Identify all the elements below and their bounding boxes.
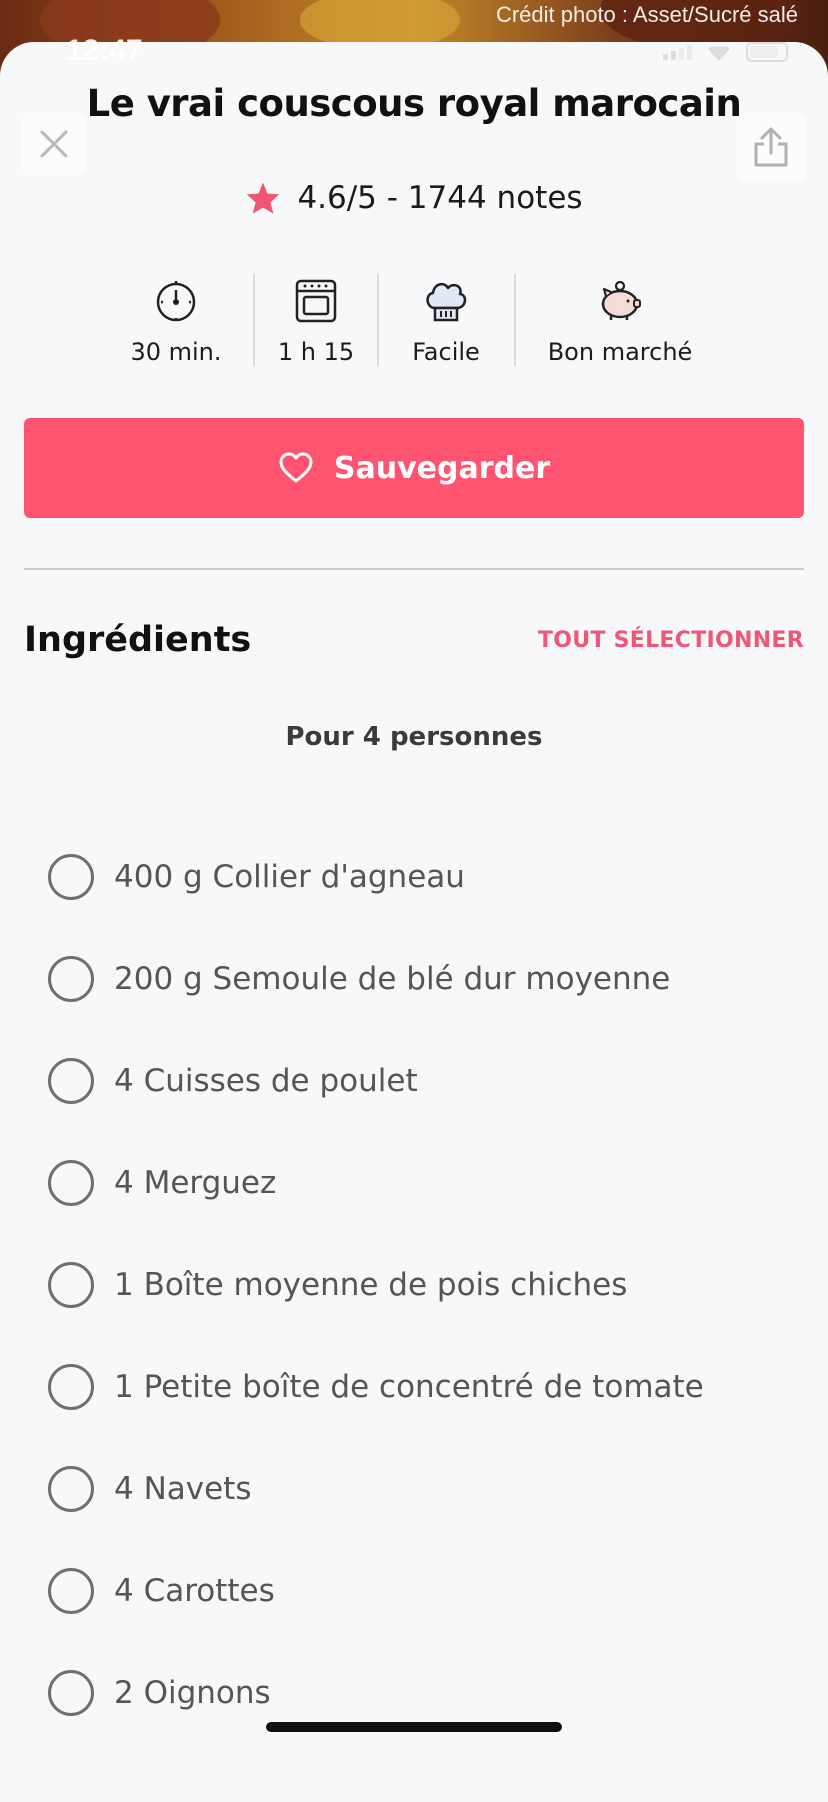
checkbox[interactable] (48, 854, 94, 900)
status-icons (663, 42, 788, 62)
oven-icon (295, 279, 337, 323)
cook-time: 1 h 15 (266, 274, 366, 370)
prep-time: 30 min. (126, 274, 226, 370)
ingredient-item[interactable]: 4 Cuisses de poulet (0, 1030, 828, 1132)
ingredients-title: Ingrédients (24, 620, 252, 660)
rating[interactable]: 4.6/5 - 1744 notes (0, 180, 828, 216)
checkbox[interactable] (48, 1262, 94, 1308)
close-icon (40, 130, 68, 158)
ingredient-item[interactable]: 400 g Collier d'agneau (0, 826, 828, 928)
rating-text: 4.6/5 - 1744 notes (297, 180, 583, 216)
ingredient-item[interactable]: 200 g Semoule de blé dur moyenne (0, 928, 828, 1030)
battery-icon (746, 42, 788, 62)
share-icon (754, 127, 788, 167)
ingredient-list: 400 g Collier d'agneau 200 g Semoule de … (0, 826, 828, 1744)
difficulty: Facile (396, 274, 496, 370)
chef-hat-icon (426, 282, 467, 322)
home-indicator (266, 1722, 562, 1732)
status-time: 12:47 (66, 34, 143, 67)
wifi-icon (706, 46, 732, 61)
select-all-button[interactable]: TOUT SÉLECTIONNER (538, 628, 804, 653)
ingredient-item[interactable]: 4 Merguez (0, 1132, 828, 1234)
ingredient-item[interactable]: 4 Carottes (0, 1540, 828, 1642)
timer-icon (156, 281, 196, 322)
divider (24, 568, 804, 570)
recipe-title: Le vrai couscous royal marocain (86, 82, 742, 125)
ingredient-item[interactable]: 1 Petite boîte de concentré de tomate (0, 1336, 828, 1438)
checkbox[interactable] (48, 1160, 94, 1206)
checkbox[interactable] (48, 1568, 94, 1614)
ingredient-item[interactable]: 4 Navets (0, 1438, 828, 1540)
ingredient-item[interactable]: 1 Boîte moyenne de pois chiches (0, 1234, 828, 1336)
recipe-info-row: 30 min. 1 h 15 Facile Bon marché (0, 274, 828, 370)
checkbox[interactable] (48, 1670, 94, 1716)
save-label: Sauvegarder (333, 450, 551, 486)
recipe-sheet: Le vrai couscous royal marocain 4.6/5 - … (0, 42, 828, 1802)
piggy-bank-icon (601, 280, 641, 320)
checkbox[interactable] (48, 1058, 94, 1104)
save-button[interactable]: Sauvegarder (24, 418, 804, 518)
checkbox[interactable] (48, 1466, 94, 1512)
cost: Bon marché (540, 274, 700, 370)
heart-icon (279, 452, 313, 483)
servings-label: Pour 4 personnes (285, 722, 543, 752)
star-icon (247, 182, 280, 214)
photo-credit: Crédit photo : Asset/Sucré salé (495, 2, 798, 27)
checkbox[interactable] (48, 1364, 94, 1410)
checkbox[interactable] (48, 956, 94, 1002)
signal-icon (663, 44, 692, 60)
